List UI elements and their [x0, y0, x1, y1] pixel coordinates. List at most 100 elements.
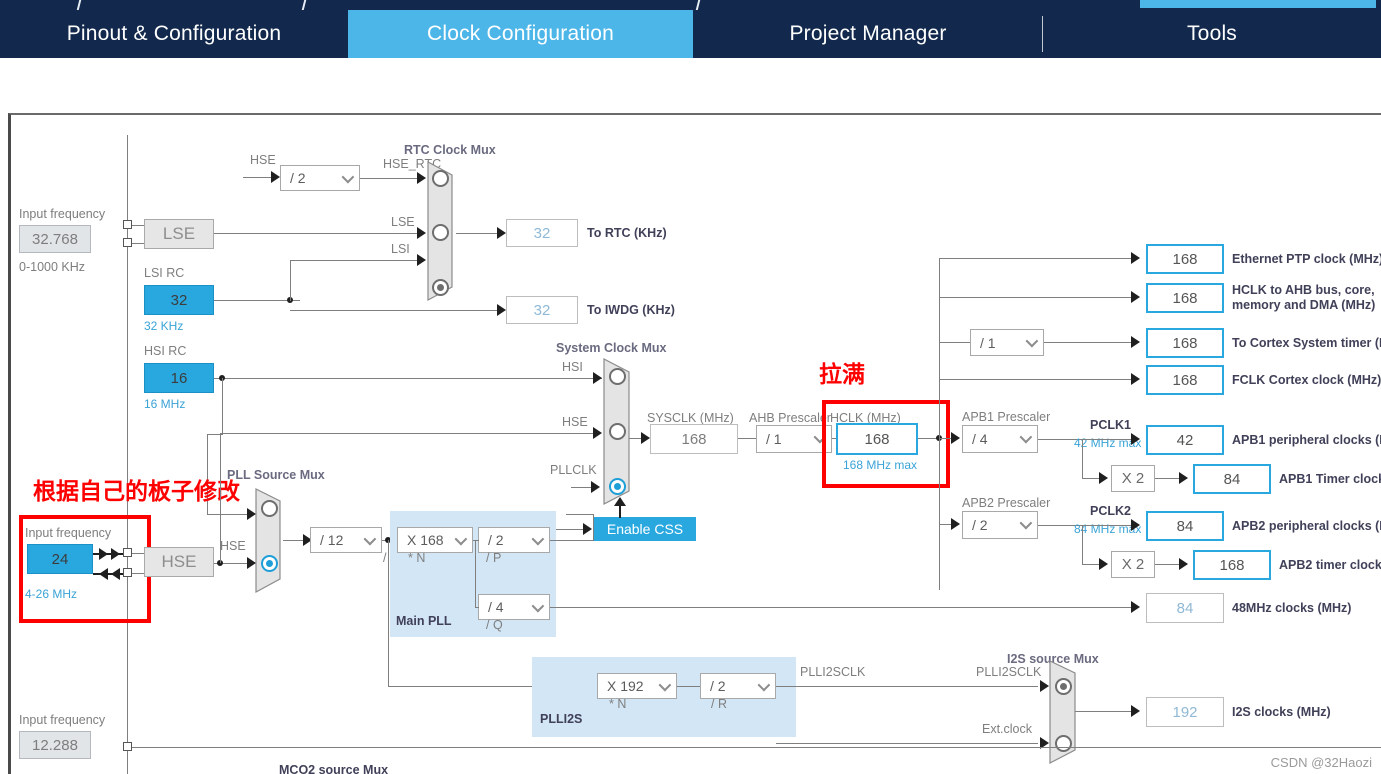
- arrow: [593, 427, 602, 439]
- i2s-input-pin: [123, 742, 132, 751]
- plli2s-r-value: / 2: [710, 678, 726, 694]
- pllmux-option-hse-selected[interactable]: [261, 555, 278, 572]
- wire-plli2sclk: [776, 686, 1038, 687]
- i2s-input-frequency-value: 12.288: [32, 736, 78, 754]
- chevron-down-icon: [531, 599, 545, 613]
- pll-m-prescaler-select[interactable]: / 12: [310, 527, 382, 553]
- arrow: [271, 171, 280, 183]
- arrow: [1131, 705, 1140, 717]
- arrow: [99, 548, 108, 560]
- to-iwdg-value-box: 32: [506, 296, 578, 324]
- fclk-value-box: 168: [1146, 365, 1224, 395]
- pllmux-hse-input-label: HSE: [220, 539, 246, 553]
- hse-input-frequency-field[interactable]: 24: [27, 544, 93, 574]
- lse-pin-top: [123, 220, 132, 229]
- i2smux-option-plli2sclk-selected[interactable]: [1055, 678, 1072, 695]
- i2s-input-frequency-field[interactable]: 12.288: [19, 731, 91, 759]
- ethernet-ptp-label: Ethernet PTP clock (MHz): [1232, 252, 1381, 266]
- wire: [1075, 711, 1137, 712]
- clock-tree-diagram[interactable]: Input frequency 32.768 0-1000 KHz LSE LS…: [8, 113, 1381, 774]
- lsi-unit: 32 KHz: [144, 319, 184, 333]
- lse-oscillator-block[interactable]: LSE: [144, 219, 214, 249]
- strip-accent: [1140, 0, 1376, 8]
- arrow: [1131, 601, 1140, 613]
- sysmux-option-hsi[interactable]: [609, 368, 626, 385]
- pll-n-value: X 168: [407, 532, 444, 548]
- enable-css-button[interactable]: Enable CSS: [594, 517, 696, 541]
- apb2-timer-label: APB2 timer clocks (MHz): [1279, 558, 1381, 572]
- tab-pinout-configuration[interactable]: Pinout & Configuration: [0, 10, 348, 58]
- sysmux-option-pllclk-selected[interactable]: [609, 478, 626, 495]
- apb2-timer-value-box: 168: [1193, 550, 1271, 580]
- apb1-timer-value: 84: [1223, 470, 1241, 488]
- window-chrome-strip: [0, 0, 1381, 10]
- arrow: [1179, 558, 1188, 570]
- apb1-periph-value: 42: [1176, 431, 1194, 449]
- rtcmux-option-lsi-selected[interactable]: [432, 279, 449, 296]
- lse-input-frequency-field[interactable]: 32.768: [19, 225, 91, 253]
- cortex-systimer-prescaler-select[interactable]: / 1: [970, 329, 1044, 356]
- wire: [939, 297, 1136, 298]
- hsi-rc-value-box[interactable]: 16: [144, 363, 214, 393]
- apb1-periph-value-box: 42: [1146, 425, 1224, 455]
- tab-tools[interactable]: Tools: [1043, 10, 1381, 58]
- pll-q-prescaler-select[interactable]: / 4: [478, 594, 550, 620]
- chevron-down-icon: [1019, 516, 1033, 530]
- apb2-periph-value: 84: [1176, 517, 1194, 535]
- i2smux-plli2sclk-label: PLLI2SCLK: [976, 665, 1042, 679]
- lsi-rc-value-box[interactable]: 32: [144, 285, 214, 315]
- apb1-timer-label: APB1 Timer clocks (MHz): [1279, 472, 1381, 486]
- apb2-prescaler-select[interactable]: / 2: [962, 511, 1038, 539]
- cortex-systimer-value: 168: [1172, 334, 1198, 352]
- wire-lsi-to-rtcmux: [290, 260, 420, 261]
- tab-project-manager[interactable]: Project Manager: [693, 10, 1043, 58]
- arrow: [1179, 472, 1188, 484]
- tab-clock-configuration[interactable]: Clock Configuration: [348, 10, 693, 58]
- wire: [475, 540, 476, 607]
- clk48-value-box: 84: [1146, 593, 1224, 623]
- arrow: [951, 518, 960, 530]
- pll-n-label: * N: [408, 551, 426, 565]
- wire: [456, 233, 501, 234]
- wire: [132, 225, 144, 226]
- pll-p-prescaler-select[interactable]: / 2: [478, 527, 550, 553]
- hclk-value-box[interactable]: 168: [836, 423, 918, 455]
- hse-oscillator-block[interactable]: HSE: [144, 547, 214, 577]
- strip-separator: [695, 0, 701, 10]
- plli2s-n-multiplier-select[interactable]: X 192: [597, 673, 677, 699]
- sysclk-value-box: 168: [650, 424, 738, 454]
- wire-extclock: [776, 743, 1038, 744]
- arrow: [497, 304, 506, 316]
- wire: [132, 553, 144, 554]
- plli2s-r-prescaler-select[interactable]: / 2: [700, 673, 776, 699]
- main-pll-title: Main PLL: [396, 614, 452, 628]
- arrow: [951, 432, 960, 444]
- osc-bus-line: [127, 135, 128, 774]
- sysmux-option-hse[interactable]: [609, 423, 626, 440]
- pll-p-label: / P: [486, 551, 502, 565]
- rtcmux-option-lse[interactable]: [432, 224, 449, 241]
- apb1-periph-label: APB1 peripheral clocks (MHz): [1232, 433, 1381, 447]
- lse-range-label: 0-1000 KHz: [19, 260, 86, 274]
- rtcmux-option-hse-rtc[interactable]: [432, 170, 449, 187]
- i2smux-extclock-label: Ext.clock: [982, 722, 1033, 736]
- lse-label: LSE: [162, 224, 196, 243]
- pllmux-option-hsi[interactable]: [261, 500, 278, 517]
- apb2-periph-value-box: 84: [1146, 511, 1224, 541]
- i2smux-option-extclock[interactable]: [1055, 735, 1072, 752]
- wire: [677, 686, 700, 687]
- arrow: [593, 372, 602, 384]
- chevron-down-icon: [454, 532, 468, 546]
- apb1-timer-value-box: 84: [1193, 464, 1271, 494]
- ahb-prescaler-select[interactable]: / 1: [756, 425, 832, 453]
- hclk-ahb-value: 168: [1172, 289, 1198, 307]
- wire: [939, 379, 1136, 380]
- pclk2-label: PCLK2: [1090, 504, 1131, 518]
- pll-n-multiplier-select[interactable]: X 168: [397, 527, 473, 553]
- apb1-prescaler-select[interactable]: / 4: [962, 425, 1038, 453]
- watermark: CSDN @32Haozi: [1270, 755, 1372, 770]
- apb2-periph-label: APB2 peripheral clocks (MHz): [1232, 519, 1381, 533]
- rtc-hse-prescaler-select[interactable]: / 2: [280, 165, 360, 191]
- lse-pin-bottom: [123, 238, 132, 247]
- plli2s-n-label: * N: [609, 697, 627, 711]
